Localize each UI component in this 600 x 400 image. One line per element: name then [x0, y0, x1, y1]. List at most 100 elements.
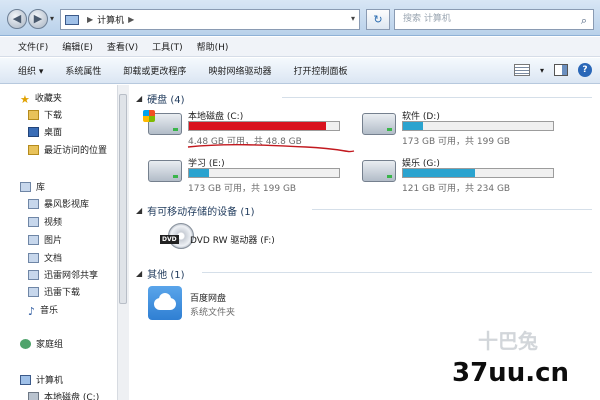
- chevron-right-icon[interactable]: ▶: [128, 15, 134, 24]
- menu-edit[interactable]: 编辑(E): [62, 40, 93, 53]
- sidebar-item-favorites[interactable]: ★ 收藏夹: [20, 91, 62, 106]
- preview-pane-icon[interactable]: [554, 64, 568, 76]
- download-icon: [28, 286, 39, 297]
- watermark-text: 37uu.cn: [452, 358, 569, 388]
- drive-usage-bar: [402, 168, 554, 178]
- drive-usage-fill: [403, 169, 475, 177]
- sidebar-item-libraries[interactable]: 库: [20, 180, 45, 193]
- recent-places-icon: [28, 144, 39, 155]
- sidebar-item-baofeng-library[interactable]: 暴风影视库: [28, 197, 89, 210]
- drive-g[interactable]: 娱乐 (G:) 121 GB 可用，共 234 GB: [362, 156, 562, 196]
- sidebar-item-label: 计算机: [36, 376, 64, 386]
- system-properties-button[interactable]: 系统属性: [65, 64, 101, 77]
- sidebar-item-xunlei-download[interactable]: 迅雷下载: [28, 285, 80, 298]
- chevron-down-icon[interactable]: ▾: [351, 14, 355, 23]
- sidebar-item-desktop[interactable]: 桌面: [28, 125, 62, 138]
- sidebar-item-videos[interactable]: 视频: [28, 215, 62, 228]
- recent-pages-dropdown[interactable]: ▾: [50, 14, 54, 23]
- collapse-triangle-icon[interactable]: ◢: [136, 94, 142, 103]
- menu-help[interactable]: 帮助(H): [197, 40, 229, 53]
- chevron-right-icon[interactable]: ▶: [87, 15, 93, 24]
- address-bar[interactable]: ▶ 计算机 ▶ ▾: [60, 9, 360, 30]
- forward-button[interactable]: ▶: [28, 9, 48, 29]
- sidebar-item-label: 下载: [44, 111, 63, 121]
- drive-usage-bar: [188, 168, 340, 178]
- picture-icon: [28, 234, 39, 245]
- hard-drive-icon: [362, 160, 396, 182]
- video-icon: [28, 216, 39, 227]
- homegroup-icon: [20, 338, 31, 349]
- drive-usage-fill: [403, 122, 423, 130]
- sidebar-item-documents[interactable]: 文档: [28, 251, 62, 264]
- sidebar-item-local-disk-c[interactable]: 本地磁盘 (C:): [28, 390, 99, 400]
- title-bar: ◀ ▶ ▾ ▶ 计算机 ▶ ▾ ↻ 搜索 计算机 ⌕: [0, 0, 600, 36]
- item-name: 百度网盘: [190, 294, 227, 304]
- desktop-icon: [28, 126, 39, 137]
- command-bar: 组织 ▾ 系统属性 卸载或更改程序 映射网络驱动器 打开控制面板 ▾ ?: [0, 58, 600, 84]
- sidebar-item-music[interactable]: ♪ 音乐: [28, 303, 58, 318]
- sidebar-item-computer[interactable]: 计算机: [20, 373, 63, 386]
- sidebar-scrollbar-thumb[interactable]: [119, 94, 127, 304]
- computer-icon: [65, 14, 79, 25]
- music-icon: ♪: [28, 304, 36, 318]
- watermark-logo: 十巴兔: [478, 329, 538, 353]
- drive-usage-bar: [402, 121, 554, 131]
- drive-space-info: 121 GB 可用，共 234 GB: [402, 184, 511, 194]
- drive-usage-fill: [189, 122, 326, 130]
- drive-icon: [28, 391, 39, 400]
- change-view-icon[interactable]: [513, 64, 530, 76]
- collapse-triangle-icon[interactable]: ◢: [136, 269, 142, 278]
- open-control-panel-button[interactable]: 打开控制面板: [293, 64, 347, 77]
- uninstall-program-button[interactable]: 卸载或更改程序: [123, 64, 186, 77]
- sidebar-item-xunlei-share[interactable]: 迅雷网邻共享: [28, 268, 98, 281]
- drive-space-info: 173 GB 可用，共 199 GB: [402, 137, 511, 147]
- sidebar-item-label: 家庭组: [36, 340, 64, 350]
- group-header-removable[interactable]: ◢ 有可移动存储的设备 (1): [136, 203, 255, 218]
- sidebar-item-pictures[interactable]: 图片: [28, 233, 62, 246]
- drive-d[interactable]: 软件 (D:) 173 GB 可用，共 199 GB: [362, 109, 562, 149]
- chevron-down-icon[interactable]: ▾: [540, 66, 544, 75]
- computer-icon: [20, 374, 31, 385]
- breadcrumb[interactable]: 计算机: [97, 13, 124, 26]
- sidebar-item-label: 库: [36, 183, 46, 193]
- baidu-netdisk-item[interactable]: 百度网盘 系统文件夹: [148, 286, 348, 324]
- menu-view[interactable]: 查看(V): [107, 40, 138, 53]
- search-icon[interactable]: ⌕: [581, 11, 587, 30]
- collapse-triangle-icon[interactable]: ◢: [136, 206, 142, 215]
- search-placeholder: 搜索 计算机: [403, 14, 451, 24]
- item-type: 系统文件夹: [190, 308, 236, 318]
- sidebar-item-recent-places[interactable]: 最近访问的位置: [28, 143, 107, 156]
- drive-name: DVD RW 驱动器 (F:): [190, 236, 275, 246]
- sidebar-item-label: 桌面: [44, 128, 63, 138]
- dvd-badge: DVD: [160, 235, 179, 244]
- organize-button[interactable]: 组织 ▾: [18, 64, 43, 77]
- menu-file[interactable]: 文件(F): [18, 40, 48, 53]
- drive-e[interactable]: 学习 (E:) 173 GB 可用，共 199 GB: [148, 156, 348, 196]
- folder-icon: [28, 109, 39, 120]
- sidebar-item-label: 视频: [44, 218, 63, 228]
- library-icon: [20, 181, 31, 192]
- sidebar-item-label: 最近访问的位置: [44, 146, 108, 156]
- back-button[interactable]: ◀: [7, 9, 27, 29]
- help-icon[interactable]: ?: [578, 63, 592, 77]
- map-network-drive-button[interactable]: 映射网络驱动器: [208, 64, 271, 77]
- sidebar-item-homegroup[interactable]: 家庭组: [20, 337, 63, 350]
- document-icon: [28, 252, 39, 263]
- star-icon: ★: [20, 92, 30, 106]
- dvd-drive-f[interactable]: DVD DVD RW 驱动器 (F:): [160, 223, 360, 257]
- sidebar-item-label: 本地磁盘 (C:): [44, 393, 100, 400]
- search-input[interactable]: 搜索 计算机 ⌕: [394, 9, 594, 30]
- sidebar-item-downloads[interactable]: 下载: [28, 108, 62, 121]
- drive-space-info: 173 GB 可用，共 199 GB: [188, 184, 297, 194]
- group-title: 其他 (1): [147, 270, 185, 281]
- sidebar-item-label: 图片: [44, 236, 63, 246]
- group-header-hdd[interactable]: ◢ 硬盘 (4): [136, 91, 185, 106]
- hard-drive-icon: [143, 110, 182, 135]
- refresh-button[interactable]: ↻: [366, 9, 390, 30]
- drive-usage-fill: [189, 169, 209, 177]
- menu-tools[interactable]: 工具(T): [152, 40, 183, 53]
- navigation-pane: ★ 收藏夹 下载 桌面 最近访问的位置 库 暴风影视库 视频 图片 文档 迅雷网…: [0, 85, 120, 400]
- group-title: 硬盘 (4): [147, 95, 185, 106]
- group-header-other[interactable]: ◢ 其他 (1): [136, 266, 185, 281]
- divider: [312, 209, 592, 210]
